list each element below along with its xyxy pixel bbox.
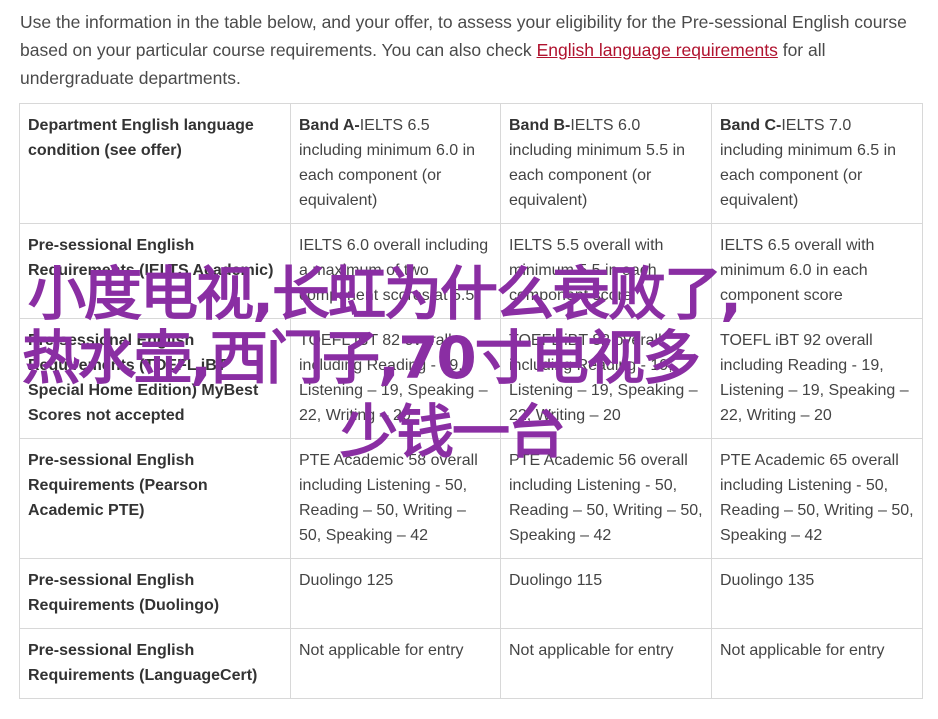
header-label-cell: Department English language condition (s… xyxy=(19,103,291,224)
cell-languagecert-band-a: Not applicable for entry xyxy=(290,628,501,699)
row-label-duolingo: Pre-sessional English Requirements (Duol… xyxy=(19,558,291,629)
cell-toefl-band-c: TOEFL iBT 92 overall including Reading -… xyxy=(711,318,923,439)
cell-pte-band-c: PTE Academic 65 overall including Listen… xyxy=(711,438,923,559)
cell-ielts-band-c: IELTS 6.5 overall with minimum 6.0 in ea… xyxy=(711,223,923,319)
requirements-table: Department English language condition (s… xyxy=(19,103,923,699)
header-band-b-cell: Band B-IELTS 6.0 including minimum 5.5 i… xyxy=(500,103,712,224)
band-c-name: Band C- xyxy=(720,117,782,134)
cell-languagecert-band-b: Not applicable for entry xyxy=(500,628,712,699)
table-row-languagecert: Pre-sessional English Requirements (Lang… xyxy=(19,628,923,699)
band-a-name: Band A- xyxy=(299,117,360,134)
cell-duolingo-band-a: Duolingo 125 xyxy=(290,558,501,629)
cell-ielts-band-b: IELTS 5.5 overall with minimum 5.5 in ea… xyxy=(500,223,712,319)
cell-ielts-band-a: IELTS 6.0 overall including a maximum of… xyxy=(290,223,501,319)
cell-languagecert-band-c: Not applicable for entry xyxy=(711,628,923,699)
cell-toefl-band-a: TOEFL iBT 82 overall including Reading -… xyxy=(290,318,501,439)
cell-duolingo-band-c: Duolingo 135 xyxy=(711,558,923,629)
english-requirements-link[interactable]: English language requirements xyxy=(537,40,778,60)
cell-pte-band-b: PTE Academic 56 overall including Listen… xyxy=(500,438,712,559)
header-band-c-cell: Band C-IELTS 7.0 including minimum 6.5 i… xyxy=(711,103,923,224)
row-label-ielts: Pre-sessional English Requirements (IELT… xyxy=(19,223,291,319)
cell-toefl-band-b: TOEFL iBT 82 overall including Reading -… xyxy=(500,318,712,439)
table-row-pte: Pre-sessional English Requirements (Pear… xyxy=(19,438,923,559)
table-row-toefl: Pre-sessional English Requirements (TOEF… xyxy=(19,318,923,439)
row-label-pte: Pre-sessional English Requirements (Pear… xyxy=(19,438,291,559)
table-row-duolingo: Pre-sessional English Requirements (Duol… xyxy=(19,558,923,629)
intro-paragraph: Use the information in the table below, … xyxy=(20,8,925,92)
row-label-toefl: Pre-sessional English Requirements (TOEF… xyxy=(19,318,291,439)
row-label-languagecert: Pre-sessional English Requirements (Lang… xyxy=(19,628,291,699)
cell-pte-band-a: PTE Academic 58 overall including Listen… xyxy=(290,438,501,559)
table-header-row: Department English language condition (s… xyxy=(19,103,923,224)
table-row-ielts: Pre-sessional English Requirements (IELT… xyxy=(19,223,923,319)
band-b-name: Band B- xyxy=(509,117,571,134)
cell-duolingo-band-b: Duolingo 115 xyxy=(500,558,712,629)
header-band-a-cell: Band A-IELTS 6.5 including minimum 6.0 i… xyxy=(290,103,501,224)
